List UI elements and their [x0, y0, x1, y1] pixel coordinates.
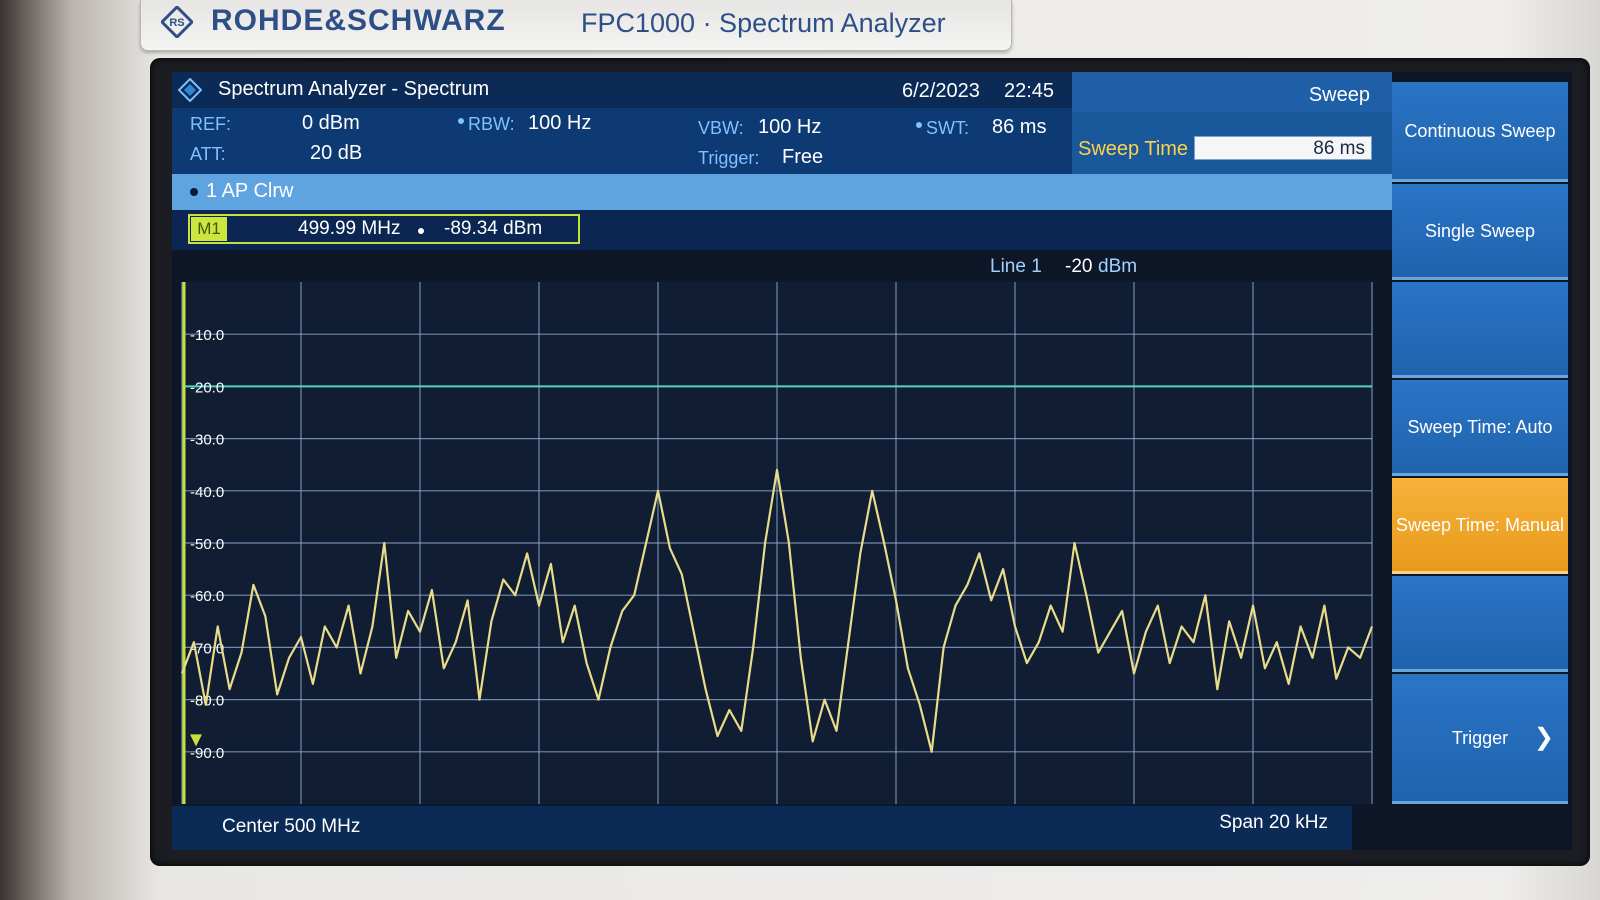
svg-text:RS: RS — [169, 17, 184, 29]
softkey-blank-1[interactable] — [1392, 282, 1568, 378]
brand-plate: RS ROHDE&SCHWARZ FPC1000 · Spectrum Anal… — [140, 0, 1012, 51]
softkey-label: Continuous Sweep — [1404, 120, 1556, 141]
y-tick-label: -90.0 — [190, 745, 224, 762]
softkey-continuous-sweep[interactable]: Continuous Sweep — [1392, 82, 1568, 182]
softkey-panel: Continuous Sweep Single Sweep Sweep Time… — [1392, 82, 1572, 850]
rs-logo-icon: RS — [161, 6, 193, 38]
chevron-right-icon: ❯ — [1533, 723, 1554, 751]
y-tick-label: -30.0 — [190, 432, 224, 449]
softkey-label: Trigger — [1451, 727, 1509, 748]
softkey-sweep-time-manual[interactable]: Sweep Time: Manual — [1392, 478, 1568, 574]
softkey-label: Single Sweep — [1424, 220, 1536, 241]
softkey-label: Sweep Time: Manual — [1395, 514, 1565, 535]
y-tick-label: -10.0 — [190, 327, 224, 344]
softkey-label: Sweep Time: Auto — [1407, 416, 1553, 437]
brand-name: ROHDE&SCHWARZ — [211, 4, 506, 37]
frequency-footer: Center 500 MHz Span 20 kHz — [172, 806, 1352, 850]
span-readout: Span 20 kHz — [1219, 812, 1328, 833]
softkey-trigger[interactable]: Trigger ❯ — [1392, 674, 1568, 804]
spectrum-plot[interactable]: -10.0-20.0-30.0-40.0-50.0-60.0-70.0-80.0… — [172, 72, 1392, 850]
softkey-blank-2[interactable] — [1392, 576, 1568, 672]
y-tick-label: -50.0 — [190, 536, 224, 553]
analyzer-screen: Spectrum Analyzer - Spectrum 6/2/2023 22… — [172, 72, 1572, 850]
softkey-sweep-time-auto[interactable]: Sweep Time: Auto — [1392, 380, 1568, 476]
y-tick-label: -40.0 — [190, 484, 224, 501]
y-tick-label: -20.0 — [190, 379, 224, 396]
model-name: FPC1000 · Spectrum Analyzer — [581, 8, 946, 38]
center-frequency: Center 500 MHz — [222, 816, 361, 837]
y-tick-label: -60.0 — [190, 588, 224, 605]
softkey-single-sweep[interactable]: Single Sweep — [1392, 184, 1568, 280]
